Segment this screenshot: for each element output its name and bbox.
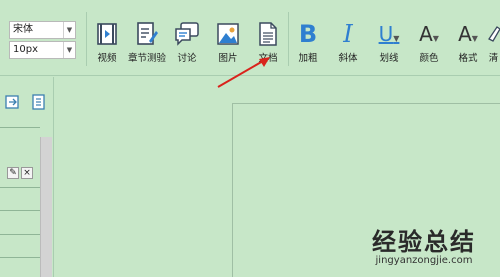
clear-format-label: 清 xyxy=(488,53,499,64)
divider xyxy=(0,187,40,188)
chevron-down-icon[interactable]: ▼ xyxy=(393,34,399,43)
font-color-button[interactable]: A▼ 颜色 xyxy=(410,20,448,66)
italic-button[interactable]: I 斜体 xyxy=(329,20,367,66)
discussion-label: 讨论 xyxy=(177,53,197,64)
bold-label: 加粗 xyxy=(298,53,318,64)
chevron-down-icon[interactable]: ▼ xyxy=(63,22,75,38)
quiz-icon xyxy=(137,22,158,45)
eraser-icon xyxy=(488,26,500,42)
underline-label: 划线 xyxy=(379,53,399,64)
font-family-select[interactable]: 宋体 ▼ xyxy=(9,21,76,39)
chevron-down-icon[interactable]: ▼ xyxy=(472,34,478,43)
divider xyxy=(0,257,40,258)
chevron-down-icon[interactable]: ▼ xyxy=(433,34,439,43)
discussion-icon xyxy=(175,22,199,46)
edit-icon[interactable]: ✎ xyxy=(7,167,19,179)
underline-icon: U▼ xyxy=(368,20,410,48)
font-family-value: 宋体 xyxy=(13,24,33,35)
divider xyxy=(0,210,40,211)
scrollbar[interactable] xyxy=(40,137,52,277)
divider xyxy=(0,234,40,235)
watermark-title: 经验总结 xyxy=(372,228,476,256)
font-color-glyph: A xyxy=(419,22,433,46)
underline-glyph: U xyxy=(378,22,394,46)
video-icon xyxy=(97,23,117,45)
format-label: 格式 xyxy=(458,53,478,64)
video-button[interactable]: 视频 xyxy=(87,20,127,66)
quiz-label: 章节测验 xyxy=(127,53,166,64)
format-icon: A▼ xyxy=(448,20,488,48)
bold-button[interactable]: B 加粗 xyxy=(289,20,327,66)
font-size-select[interactable]: 10px ▼ xyxy=(9,41,76,59)
image-icon xyxy=(217,23,239,45)
font-color-icon: A▼ xyxy=(410,20,448,48)
watermark: 经验总结 jingyanzongjie.com xyxy=(372,229,476,266)
italic-icon: I xyxy=(343,20,353,48)
discussion-button[interactable]: 讨论 xyxy=(167,20,207,66)
video-label: 视频 xyxy=(97,53,117,64)
export-icon[interactable] xyxy=(30,93,48,111)
format-button[interactable]: A▼ 格式 xyxy=(448,20,488,66)
italic-label: 斜体 xyxy=(338,53,358,64)
chevron-down-icon[interactable]: ▼ xyxy=(63,42,75,58)
format-glyph: A xyxy=(458,22,472,46)
watermark-url: jingyanzongjie.com xyxy=(375,255,473,266)
import-icon[interactable] xyxy=(4,93,22,111)
font-color-label: 颜色 xyxy=(419,53,439,64)
font-size-value: 10px xyxy=(13,44,38,55)
quiz-button[interactable]: 章节测验 xyxy=(125,20,169,66)
underline-button[interactable]: U▼ 划线 xyxy=(368,20,410,66)
annotation-arrow xyxy=(217,57,270,88)
bold-icon: B xyxy=(298,20,318,48)
divider xyxy=(0,127,40,128)
document-icon xyxy=(259,22,277,46)
close-icon[interactable]: × xyxy=(21,167,33,179)
left-panel: ✎ × xyxy=(0,77,54,277)
clear-format-button[interactable]: 清 xyxy=(487,20,500,66)
